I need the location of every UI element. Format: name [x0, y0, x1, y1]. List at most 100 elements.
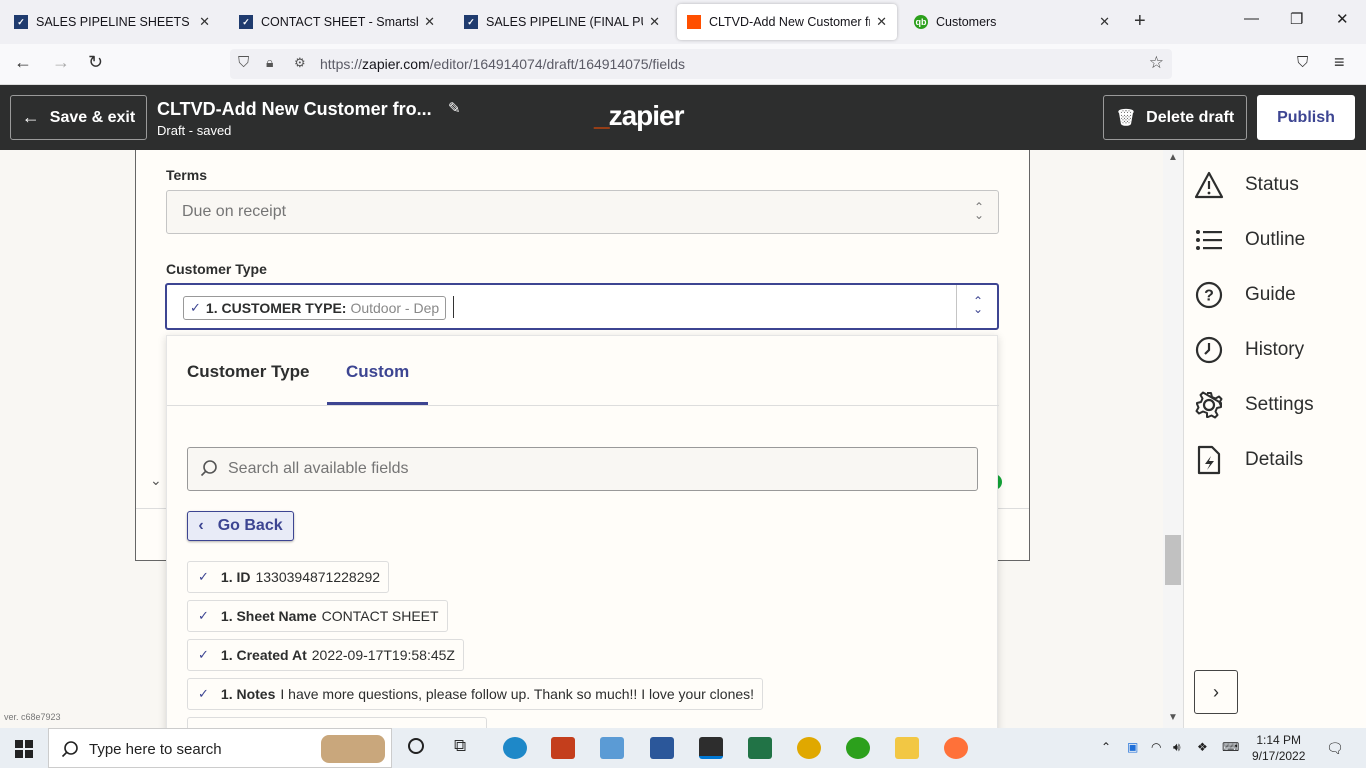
- firefox-icon[interactable]: [944, 737, 968, 759]
- tray-chevron-up-icon[interactable]: ⌃: [1101, 740, 1111, 754]
- volume-icon[interactable]: 🔊︎: [1173, 740, 1181, 755]
- menu-icon[interactable]: ≡: [1334, 52, 1345, 73]
- pencil-icon[interactable]: ✎: [448, 99, 461, 117]
- restore-icon[interactable]: ❐: [1290, 10, 1303, 28]
- customer-type-label: Customer Type: [166, 261, 267, 277]
- scroll-down-icon[interactable]: ▼: [1168, 712, 1178, 723]
- cortana-icon[interactable]: [408, 738, 424, 754]
- close-tab-icon[interactable]: ✕: [649, 14, 660, 30]
- taskbar-search-box[interactable]: Type here to search: [48, 728, 392, 768]
- field-value: I have more questions, please follow up.…: [280, 686, 755, 702]
- browser-tab-sales-pipeline-sheets[interactable]: ✓ SALES PIPELINE SHEETS - Smart ✕: [4, 4, 220, 40]
- tab-title: SALES PIPELINE SHEETS - Smart: [36, 15, 193, 29]
- windows-start-icon[interactable]: [15, 740, 33, 758]
- text-cursor: [453, 296, 454, 318]
- save-exit-button[interactable]: ← Save & exit: [10, 95, 147, 140]
- file-explorer-icon[interactable]: [895, 737, 919, 759]
- scrollbar-thumb[interactable]: [1165, 535, 1181, 585]
- customer-type-input[interactable]: ✓ 1. CUSTOMER TYPE: Outdoor - Dep ⌃ ⌄: [165, 283, 999, 330]
- browser-tab-contact-sheet[interactable]: ✓ CONTACT SHEET - Smartsheet.c ✕: [229, 4, 445, 40]
- clock-icon: [1194, 335, 1224, 365]
- sidebar-item-details[interactable]: Details: [1194, 445, 1303, 475]
- editor-sidebar: Status Outline ? Guide History Settings …: [1183, 150, 1366, 728]
- dropbox-icon[interactable]: ❖: [1197, 740, 1208, 754]
- quickbooks-favicon-icon: qb: [914, 15, 928, 29]
- arrow-left-icon: ←: [21, 107, 40, 127]
- sidebar-item-guide[interactable]: ? Guide: [1194, 280, 1296, 310]
- chevron-right-icon: ›: [1213, 681, 1219, 702]
- tab-customer-type[interactable]: Customer Type: [187, 362, 310, 382]
- publish-button[interactable]: Publish: [1257, 95, 1355, 140]
- tab-title: CONTACT SHEET - Smartsheet.c: [261, 15, 418, 29]
- url-bar[interactable]: ⛉ 🔒︎ ⚙ https://zapier.com/editor/1649140…: [230, 49, 1172, 79]
- field-option-sheet-name[interactable]: ✓ 1. Sheet Name CONTACT SHEET: [187, 600, 448, 632]
- edge-icon[interactable]: [503, 737, 527, 759]
- chrome-icon[interactable]: [797, 737, 821, 759]
- keyboard-icon[interactable]: ⌨: [1222, 740, 1239, 754]
- wifi-icon[interactable]: ◠: [1151, 740, 1161, 754]
- go-back-button[interactable]: ‹ Go Back: [187, 511, 294, 541]
- list-icon: [1194, 225, 1224, 255]
- close-tab-icon[interactable]: ✕: [1099, 14, 1110, 30]
- sidebar-item-status[interactable]: Status: [1194, 170, 1299, 200]
- field-picker-dropdown: Customer Type Custom Search all availabl…: [166, 335, 999, 749]
- browser-tab-zapier-editor[interactable]: CLTVD-Add New Customer fron ✕: [677, 4, 897, 40]
- minimize-icon[interactable]: —: [1244, 10, 1259, 27]
- media-player-icon[interactable]: [600, 737, 624, 759]
- close-tab-icon[interactable]: ✕: [876, 14, 887, 30]
- sidebar-item-outline[interactable]: Outline: [1194, 225, 1305, 255]
- tab-custom[interactable]: Custom: [346, 362, 409, 382]
- field-value: CONTACT SHEET: [321, 608, 439, 624]
- field-option-notes[interactable]: ✓ 1. Notes I have more questions, please…: [187, 678, 764, 710]
- clock-date: 9/17/2022: [1252, 749, 1306, 763]
- field-option-created-at[interactable]: ✓ 1. Created At 2022-09-17T19:58:45Z: [187, 639, 464, 671]
- excel-icon[interactable]: [748, 737, 772, 759]
- browser-tab-customers[interactable]: qb Customers ✕: [904, 4, 1120, 40]
- zap-title[interactable]: CLTVD-Add New Customer fro...: [157, 99, 432, 120]
- sidebar-item-label: Settings: [1245, 394, 1314, 415]
- delete-draft-button[interactable]: 🗑︎ Delete draft: [1103, 95, 1247, 140]
- shield-icon[interactable]: ⛉: [238, 54, 249, 71]
- sticky-notes-icon[interactable]: [699, 737, 723, 759]
- sidebar-item-history[interactable]: History: [1194, 335, 1304, 365]
- forward-icon[interactable]: →: [52, 52, 70, 73]
- zapier-editor-header: ← Save & exit CLTVD-Add New Customer fro…: [0, 85, 1366, 150]
- warning-icon: [1194, 170, 1224, 200]
- powerpoint-icon[interactable]: [551, 737, 575, 759]
- sidebar-item-label: Status: [1245, 174, 1299, 195]
- taskbar-clock[interactable]: 1:14 PM 9/17/2022: [1252, 732, 1305, 764]
- quickbooks-icon[interactable]: [846, 737, 870, 759]
- pocket-icon[interactable]: ⛉: [1297, 54, 1308, 71]
- task-view-icon[interactable]: ⧉: [454, 736, 466, 756]
- tab-title: Customers: [936, 15, 997, 29]
- expand-sidebar-button[interactable]: ›: [1194, 670, 1238, 714]
- search-icon: [61, 741, 78, 758]
- close-tab-icon[interactable]: ✕: [424, 14, 435, 30]
- word-icon[interactable]: [650, 737, 674, 759]
- tray-app-icon[interactable]: ▣: [1127, 740, 1138, 754]
- browser-tab-sales-pipeline-final[interactable]: ✓ SALES PIPELINE (FINAL PURCHA ✕: [454, 4, 670, 40]
- field-value: 2022-09-17T19:58:45Z: [311, 647, 455, 663]
- close-tab-icon[interactable]: ✕: [199, 14, 210, 30]
- permissions-icon[interactable]: ⚙: [294, 55, 306, 71]
- sidebar-item-settings[interactable]: Settings: [1194, 390, 1314, 420]
- trash-icon: 🗑︎: [1115, 109, 1137, 127]
- mapped-field-pill[interactable]: ✓ 1. CUSTOMER TYPE: Outdoor - Dep: [183, 296, 447, 320]
- bookmark-star-icon[interactable]: ☆: [1149, 53, 1164, 73]
- select-arrows-icon: ⌃ ⌄: [973, 200, 984, 222]
- new-tab-icon[interactable]: +: [1134, 10, 1146, 33]
- scroll-up-icon[interactable]: ▲: [1168, 152, 1178, 163]
- page-scrollbar[interactable]: ▲ ▼: [1163, 150, 1183, 728]
- chevron-down-icon[interactable]: ⌄: [150, 472, 162, 489]
- close-window-icon[interactable]: ✕: [1336, 10, 1349, 28]
- reload-icon[interactable]: ↻: [88, 52, 103, 73]
- tab-title: CLTVD-Add New Customer fron: [709, 15, 871, 29]
- terms-select[interactable]: Due on receipt ⌃ ⌄: [166, 190, 999, 234]
- lock-icon[interactable]: 🔒︎: [266, 54, 273, 71]
- smartsheet-check-icon: ✓: [198, 608, 209, 623]
- select-arrows-icon[interactable]: ⌃ ⌄: [973, 295, 983, 315]
- field-option-id[interactable]: ✓ 1. ID 1330394871228292: [187, 561, 390, 593]
- search-fields-input[interactable]: Search all available fields: [187, 447, 978, 491]
- back-icon[interactable]: ←: [14, 52, 32, 73]
- notifications-icon[interactable]: 🗨︎: [1326, 740, 1344, 757]
